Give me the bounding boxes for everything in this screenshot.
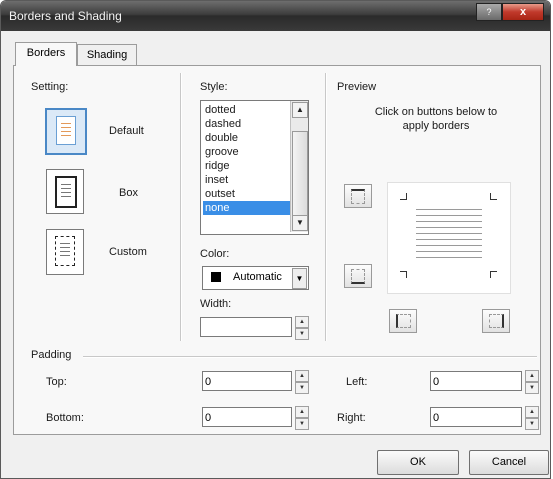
style-option-selected[interactable]: none bbox=[203, 201, 291, 215]
padding-bottom-input[interactable]: 0 bbox=[202, 407, 292, 427]
preview-hint: Click on buttons below to apply borders bbox=[374, 106, 498, 132]
ok-button[interactable]: OK bbox=[377, 450, 459, 475]
corner-mark bbox=[490, 271, 497, 278]
default-doc-icon bbox=[56, 116, 76, 145]
color-label: Color: bbox=[200, 248, 230, 260]
spin-up-icon[interactable]: ▲ bbox=[295, 316, 309, 328]
close-button[interactable]: x bbox=[502, 3, 544, 21]
spin-down-icon[interactable]: ▼ bbox=[525, 418, 539, 430]
padding-top-input[interactable]: 0 bbox=[202, 371, 292, 391]
setting-box-button[interactable] bbox=[46, 169, 84, 214]
style-scrollbar[interactable]: ▲ ▼ bbox=[290, 101, 308, 232]
right-border-button[interactable] bbox=[482, 309, 510, 333]
padding-right-input[interactable]: 0 bbox=[430, 407, 522, 427]
spin-up-icon[interactable]: ▲ bbox=[295, 370, 309, 382]
corner-mark bbox=[400, 271, 407, 278]
preview-text-line bbox=[416, 221, 482, 222]
spin-up-icon[interactable]: ▲ bbox=[525, 406, 539, 418]
setting-default-label[interactable]: Default bbox=[109, 125, 144, 137]
padding-bottom-spinner[interactable]: ▲ ▼ bbox=[295, 406, 309, 430]
padding-left-spinner[interactable]: ▲ ▼ bbox=[525, 370, 539, 394]
setting-label: Setting: bbox=[31, 81, 69, 93]
scroll-down-icon[interactable]: ▼ bbox=[292, 215, 308, 231]
style-option[interactable]: inset bbox=[203, 173, 291, 187]
color-value: Automatic bbox=[233, 271, 282, 283]
style-option[interactable]: dashed bbox=[203, 117, 291, 131]
color-dropdown[interactable]: Automatic ▼ bbox=[202, 266, 309, 290]
corner-mark bbox=[400, 193, 407, 200]
width-spinner[interactable]: ▲ ▼ bbox=[295, 316, 309, 340]
padding-bottom-label: Bottom: bbox=[46, 412, 84, 424]
style-option[interactable]: groove bbox=[203, 145, 291, 159]
padding-right-spinner[interactable]: ▲ ▼ bbox=[525, 406, 539, 430]
style-option[interactable]: ridge bbox=[203, 159, 291, 173]
padding-top-label: Top: bbox=[46, 376, 67, 388]
preview-text-line bbox=[416, 251, 482, 252]
preview-label: Preview bbox=[337, 81, 377, 93]
color-swatch bbox=[211, 272, 221, 282]
padding-left-input[interactable]: 0 bbox=[430, 371, 522, 391]
setting-custom-label[interactable]: Custom bbox=[109, 246, 147, 258]
corner-mark bbox=[490, 193, 497, 200]
spin-down-icon[interactable]: ▼ bbox=[295, 382, 309, 394]
style-option[interactable]: dotted bbox=[203, 103, 291, 117]
preview-text-line bbox=[416, 257, 482, 258]
padding-divider bbox=[83, 356, 537, 358]
scroll-up-icon[interactable]: ▲ bbox=[292, 102, 308, 118]
spin-down-icon[interactable]: ▼ bbox=[525, 382, 539, 394]
setting-default-button[interactable] bbox=[45, 108, 87, 155]
setting-custom-button[interactable] bbox=[46, 229, 84, 275]
divider-setting-style bbox=[180, 73, 182, 341]
window-title: Borders and Shading bbox=[9, 9, 122, 23]
title-bar[interactable]: Borders and Shading ? x bbox=[1, 1, 550, 31]
help-button[interactable]: ? bbox=[476, 3, 502, 21]
padding-right-label: Right: bbox=[337, 412, 366, 424]
padding-label: Padding bbox=[31, 349, 72, 361]
spin-down-icon[interactable]: ▼ bbox=[295, 328, 309, 340]
box-doc-icon bbox=[55, 176, 77, 208]
width-input[interactable] bbox=[200, 317, 292, 337]
scroll-thumb[interactable] bbox=[292, 131, 308, 218]
tab-borders-label: Borders bbox=[26, 47, 66, 59]
divider-style-preview bbox=[325, 73, 327, 341]
spin-down-icon[interactable]: ▼ bbox=[295, 418, 309, 430]
preview-text-line bbox=[416, 245, 482, 246]
spin-up-icon[interactable]: ▲ bbox=[295, 406, 309, 418]
preview-text-line bbox=[416, 209, 482, 210]
width-label: Width: bbox=[200, 298, 232, 310]
top-border-button[interactable] bbox=[344, 184, 372, 208]
tab-shading[interactable]: Shading bbox=[77, 44, 137, 66]
style-label: Style: bbox=[200, 81, 228, 93]
preview-text-line bbox=[416, 215, 482, 216]
preview-text-line bbox=[416, 239, 482, 240]
custom-doc-icon bbox=[55, 236, 75, 266]
preview-text-line bbox=[416, 233, 482, 234]
preview-text-line bbox=[416, 227, 482, 228]
chevron-down-icon[interactable]: ▼ bbox=[292, 268, 307, 289]
dialog-window: Borders and Shading ? x Borders Shading … bbox=[0, 0, 551, 479]
style-option[interactable]: double bbox=[203, 131, 291, 145]
padding-left-label: Left: bbox=[346, 376, 368, 388]
spin-up-icon[interactable]: ▲ bbox=[525, 370, 539, 382]
left-border-button[interactable] bbox=[389, 309, 417, 333]
style-listbox[interactable]: dotted dashed double groove ridge inset … bbox=[200, 100, 309, 235]
tab-shading-label: Shading bbox=[86, 49, 128, 61]
tab-borders[interactable]: Borders bbox=[15, 42, 77, 66]
cancel-button[interactable]: Cancel bbox=[469, 450, 549, 475]
style-option[interactable]: outset bbox=[203, 187, 291, 201]
padding-top-spinner[interactable]: ▲ ▼ bbox=[295, 370, 309, 394]
bottom-border-button[interactable] bbox=[344, 264, 372, 288]
setting-box-label[interactable]: Box bbox=[119, 187, 138, 199]
preview-area[interactable] bbox=[387, 182, 511, 294]
